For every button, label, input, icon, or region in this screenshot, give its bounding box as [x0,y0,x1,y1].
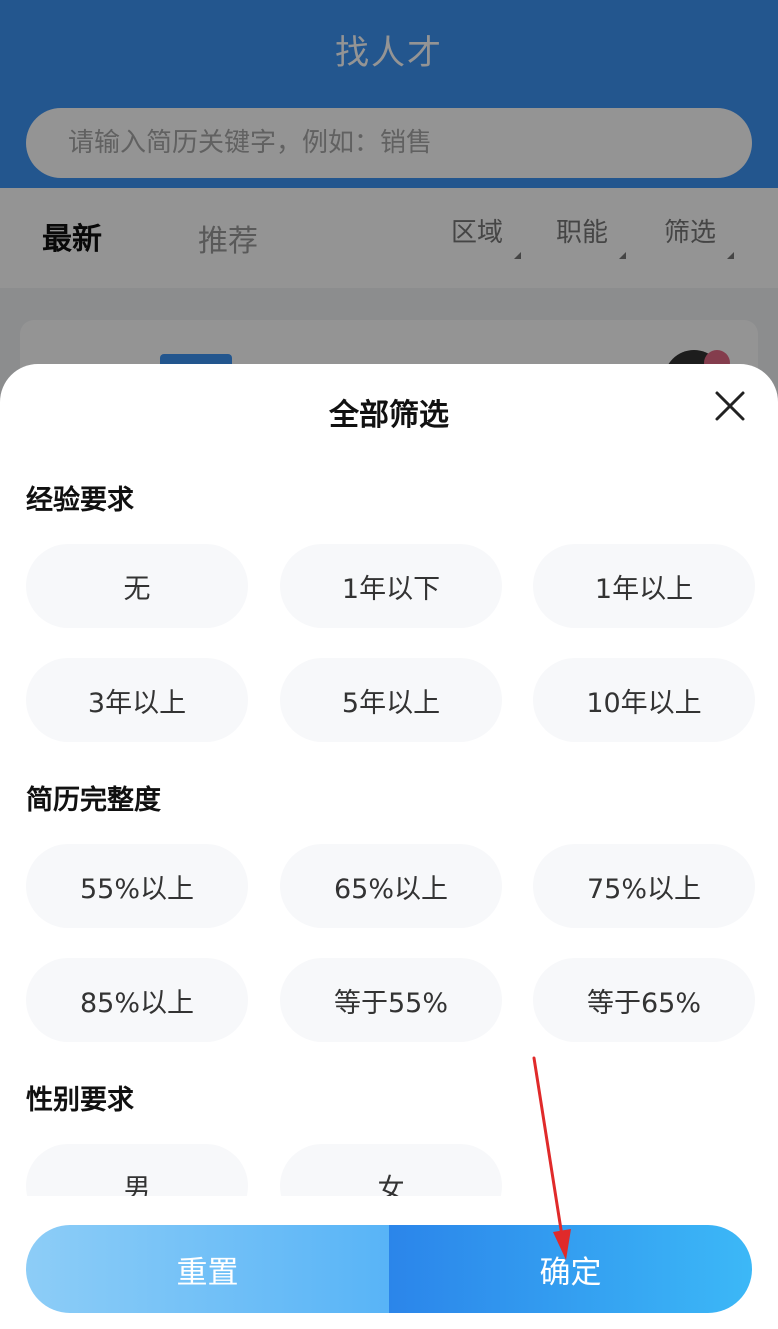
option-completeness[interactable]: 等于55% [280,958,502,1042]
option-completeness[interactable]: 65%以上 [280,844,502,928]
reset-button[interactable]: 重置 [26,1225,389,1313]
option-experience[interactable]: 1年以下 [280,544,502,628]
option-completeness[interactable]: 75%以上 [533,844,755,928]
option-experience[interactable]: 5年以上 [280,658,502,742]
section-title-gender: 性别要求 [26,1085,134,1116]
option-experience[interactable]: 1年以上 [533,544,755,628]
sheet-title: 全部筛选 [329,398,449,433]
option-experience[interactable]: 10年以上 [533,658,755,742]
action-buttons: 重置 确定 [26,1225,752,1313]
option-completeness[interactable]: 等于65% [533,958,755,1042]
option-experience[interactable]: 3年以上 [26,658,248,742]
option-experience[interactable]: 无 [26,544,248,628]
close-button[interactable] [710,386,750,426]
option-completeness[interactable]: 55%以上 [26,844,248,928]
confirm-button[interactable]: 确定 [389,1225,752,1313]
close-icon [715,391,745,421]
filter-sheet: 全部筛选 经验要求 无 1年以下 1年以上 3年以上 5年以上 10年以上 简历… [0,364,778,1329]
section-title-completeness: 简历完整度 [26,785,161,816]
section-title-experience: 经验要求 [26,485,134,516]
option-completeness[interactable]: 85%以上 [26,958,248,1042]
